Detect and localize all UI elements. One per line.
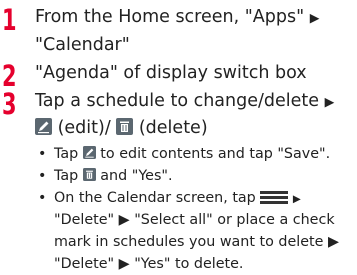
bullet-dot: • xyxy=(38,168,47,184)
delete-label: (delete) xyxy=(133,118,208,138)
bullet-dot: • xyxy=(38,190,47,206)
bullet-text: Tap xyxy=(54,168,79,184)
bullet-text: "Delete" ▶ "Select all" or place a check xyxy=(54,212,335,228)
trash-delete-icon xyxy=(116,118,134,135)
arrow-icon: ▶ xyxy=(324,94,335,109)
menu-icon xyxy=(260,191,289,204)
edit-label: (edit)/ xyxy=(52,118,111,138)
bullet-text: Tap xyxy=(54,146,79,162)
bullet-text: On the Calendar screen, tap xyxy=(54,190,256,206)
step-number: 1 xyxy=(2,3,17,37)
step-2-text: "Agenda" of display switch box xyxy=(35,63,307,83)
pencil-edit-icon xyxy=(82,146,96,159)
step-3-line-2: (edit)/ (delete) xyxy=(35,115,208,142)
trash-delete-icon xyxy=(82,168,96,181)
bullet-text: and "Yes". xyxy=(100,168,173,184)
step-3-text: Tap a schedule to change/delete xyxy=(35,91,320,111)
step-1-line-2: "Calendar" xyxy=(35,35,130,55)
step-1-line-1: From the Home screen, "Apps" ▶ xyxy=(35,4,319,31)
step-number: 3 xyxy=(2,87,17,121)
step-3-line-1: Tap a schedule to change/delete ▶ xyxy=(35,88,334,115)
bullet-text: mark in schedules you want to delete ▶ xyxy=(54,234,339,250)
arrow-icon: ▶ xyxy=(292,193,301,205)
bullet-text: to edit contents and tap "Save". xyxy=(100,146,331,162)
bullet-text: "Delete" ▶ "Yes" to delete. xyxy=(54,256,244,272)
arrow-icon: ▶ xyxy=(309,10,320,25)
pencil-edit-icon xyxy=(35,118,52,135)
step-1-text: From the Home screen, "Apps" xyxy=(35,7,305,27)
bullet-dot: • xyxy=(38,146,47,162)
